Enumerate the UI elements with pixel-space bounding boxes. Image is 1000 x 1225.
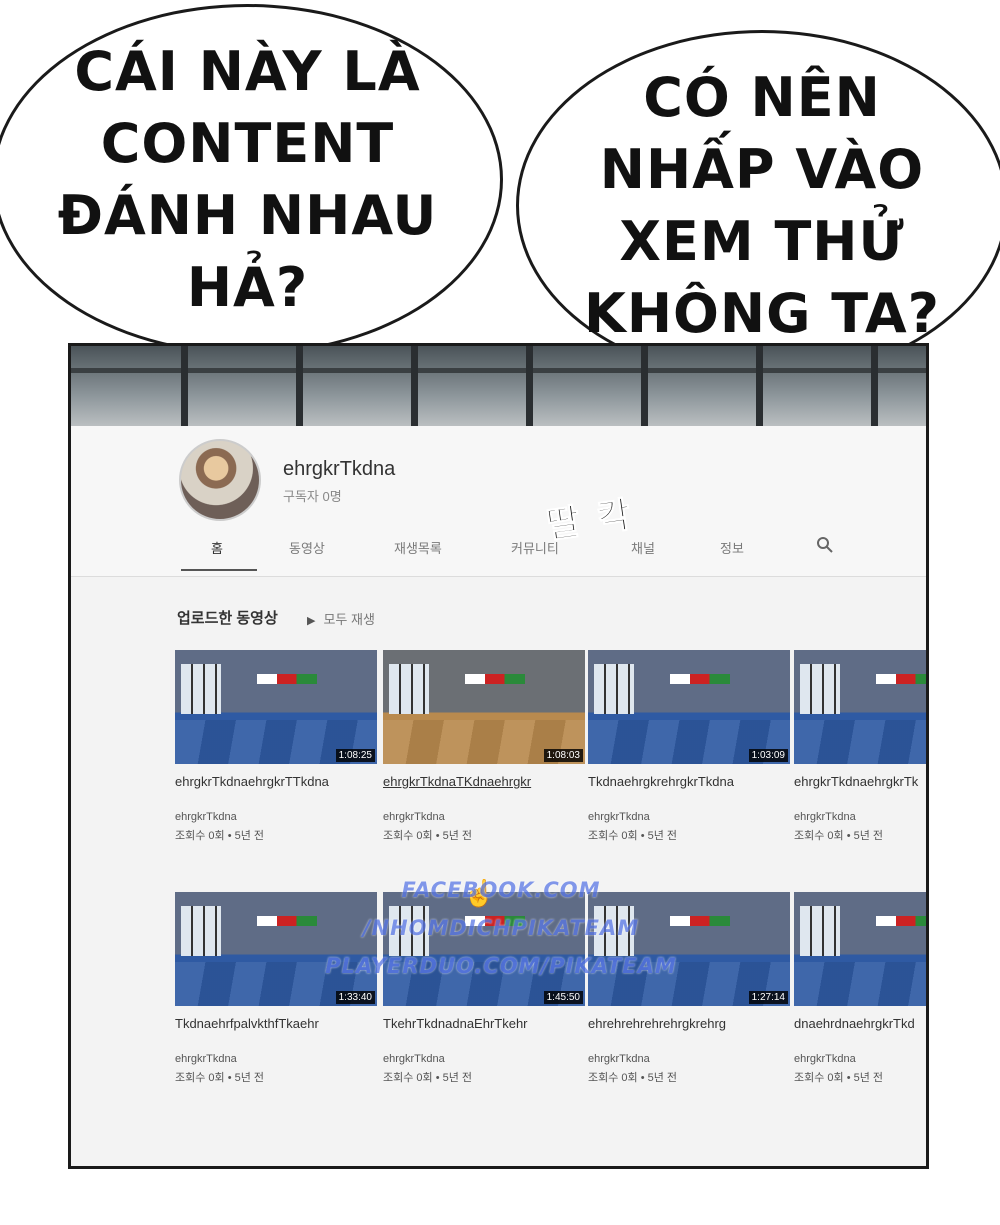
watermark-line: PLAYERDUO.COM/PIKATEAM bbox=[325, 954, 677, 978]
tab-playlists[interactable]: 재생목록 bbox=[394, 538, 442, 557]
video-card[interactable]: 1:03:09 TkdnaehrgkrehrgkrTkdna ehrgkrTkd… bbox=[588, 650, 790, 843]
avatar[interactable] bbox=[179, 439, 261, 521]
duration-badge: 1:33:40 bbox=[335, 991, 375, 1004]
video-title[interactable]: ehrehrehrehrehrgkrehrg bbox=[588, 1016, 790, 1031]
duration-badge: 1:45:50 bbox=[543, 991, 583, 1004]
video-channel[interactable]: ehrgkrTkdna bbox=[794, 811, 926, 823]
video-channel[interactable]: ehrgkrTkdna bbox=[175, 811, 377, 823]
video-meta: 조회수 0회 • 5년 전 bbox=[383, 1072, 473, 1084]
video-channel[interactable]: ehrgkrTkdna bbox=[588, 1053, 790, 1065]
bubble-right-line: XEM THỬ bbox=[619, 209, 905, 273]
bubble-left-line: CÁI NÀY LÀ bbox=[74, 39, 421, 103]
video-title[interactable]: TkdnaehrgkrehrgkrTkdna bbox=[588, 774, 790, 789]
duration-badge: 1:03:09 bbox=[748, 749, 788, 762]
video-channel[interactable]: ehrgkrTkdna bbox=[794, 1053, 926, 1065]
subscriber-count: 구독자 0명 bbox=[283, 489, 342, 504]
video-card[interactable]: dnaehrdnaehrgkrTkd ehrgkrTkdna 조회수 0회 • … bbox=[794, 892, 926, 1085]
duration-badge: 1:08:25 bbox=[335, 749, 375, 762]
watermark-line: /NHOMDICHPIKATEAM bbox=[362, 916, 640, 940]
window-beam bbox=[296, 346, 303, 426]
bubble-right-line: NHẤP VÀO bbox=[599, 137, 925, 201]
channel-name[interactable]: ehrgkrTkdna bbox=[283, 458, 395, 481]
section-title: 업로드한 동영상 bbox=[177, 610, 278, 627]
video-thumbnail[interactable]: 1:27:14 bbox=[588, 892, 790, 1006]
video-title[interactable]: ehrgkrTkdnaehrgkrTTkdna bbox=[175, 774, 377, 789]
video-card[interactable]: ehrgkrTkdnaehrgkrTk ehrgkrTkdna 조회수 0회 •… bbox=[794, 650, 926, 843]
window-beam bbox=[641, 346, 648, 426]
play-all-button[interactable]: ▶ 모두 재생 bbox=[307, 609, 375, 628]
video-meta: 조회수 0회 • 5년 전 bbox=[794, 1072, 884, 1084]
tab-about[interactable]: 정보 bbox=[720, 538, 744, 557]
channel-page: ehrgkrTkdna 구독자 0명 홈 동영상 재생목록 커뮤니티 채널 정보… bbox=[71, 426, 926, 1166]
bubble-right-line: KHÔNG TA? bbox=[583, 281, 941, 345]
manga-panel: ehrgkrTkdna 구독자 0명 홈 동영상 재생목록 커뮤니티 채널 정보… bbox=[68, 343, 929, 1169]
video-thumbnail[interactable]: 1:03:09 bbox=[588, 650, 790, 764]
video-meta: 조회수 0회 • 5년 전 bbox=[588, 830, 678, 842]
video-thumbnail[interactable] bbox=[794, 650, 926, 764]
video-title[interactable]: ehrgkrTkdnaTKdnaehrgkr bbox=[383, 774, 585, 789]
tab-videos[interactable]: 동영상 bbox=[289, 538, 325, 557]
bubble-left-line: ĐÁNH NHAU bbox=[57, 183, 438, 247]
window-crossbar bbox=[71, 368, 926, 373]
video-meta: 조회수 0회 • 5년 전 bbox=[175, 830, 265, 842]
video-channel[interactable]: ehrgkrTkdna bbox=[383, 811, 585, 823]
speech-bubble-right: CÓ NÊN NHẤP VÀO XEM THỬ KHÔNG TA? bbox=[516, 30, 1000, 381]
video-meta: 조회수 0회 • 5년 전 bbox=[794, 830, 884, 842]
duration-badge: 1:08:03 bbox=[543, 749, 583, 762]
active-tab-indicator bbox=[181, 569, 257, 571]
video-title[interactable]: ehrgkrTkdnaehrgkrTk bbox=[794, 774, 926, 789]
video-title[interactable]: TkdnaehrfpalvkthfTkaehr bbox=[175, 1016, 377, 1031]
play-icon: ▶ bbox=[307, 615, 316, 627]
video-thumbnail[interactable]: 1:08:03 bbox=[383, 650, 585, 764]
video-card[interactable]: 1:08:25 ehrgkrTkdnaehrgkrTTkdna ehrgkrTk… bbox=[175, 650, 377, 843]
video-meta: 조회수 0회 • 5년 전 bbox=[175, 1072, 265, 1084]
bubble-left-line: HẢ? bbox=[186, 255, 309, 319]
video-thumbnail[interactable]: 1:08:25 bbox=[175, 650, 377, 764]
video-channel[interactable]: ehrgkrTkdna bbox=[383, 1053, 585, 1065]
window-beam bbox=[756, 346, 763, 426]
video-title[interactable]: TkehrTkdnadnaEhrTkehr bbox=[383, 1016, 585, 1031]
channel-tabs: 홈 동영상 재생목록 커뮤니티 채널 정보 bbox=[179, 536, 879, 574]
video-thumbnail[interactable] bbox=[794, 892, 926, 1006]
video-thumbnail[interactable]: 1:33:40 bbox=[175, 892, 377, 1006]
tab-home[interactable]: 홈 bbox=[211, 538, 223, 557]
video-meta: 조회수 0회 • 5년 전 bbox=[588, 1072, 678, 1084]
video-channel[interactable]: ehrgkrTkdna bbox=[588, 811, 790, 823]
play-all-label: 모두 재생 bbox=[323, 612, 375, 627]
video-thumbnail[interactable]: 1:45:50 bbox=[383, 892, 585, 1006]
bubble-left-line: CONTENT bbox=[100, 111, 395, 175]
window-beam bbox=[411, 346, 418, 426]
duration-badge: 1:27:14 bbox=[748, 991, 788, 1004]
video-meta: 조회수 0회 • 5년 전 bbox=[383, 830, 473, 842]
watermark-line: FACEBOOK.COM bbox=[401, 878, 601, 902]
bubble-right-line: CÓ NÊN bbox=[643, 65, 881, 129]
video-card[interactable]: 1:08:03 ehrgkrTkdnaTKdnaehrgkr ehrgkrTkd… bbox=[383, 650, 585, 843]
video-title[interactable]: dnaehrdnaehrgkrTkd bbox=[794, 1016, 926, 1031]
window-beam bbox=[181, 346, 188, 426]
window-beam bbox=[871, 346, 878, 426]
video-channel[interactable]: ehrgkrTkdna bbox=[175, 1053, 377, 1065]
speech-bubble-left: CÁI NÀY LÀ CONTENT ĐÁNH NHAU HẢ? bbox=[0, 4, 503, 355]
window-beam bbox=[526, 346, 533, 426]
search-icon[interactable] bbox=[816, 536, 834, 557]
tab-channels[interactable]: 채널 bbox=[631, 538, 655, 557]
window-background bbox=[71, 346, 926, 436]
